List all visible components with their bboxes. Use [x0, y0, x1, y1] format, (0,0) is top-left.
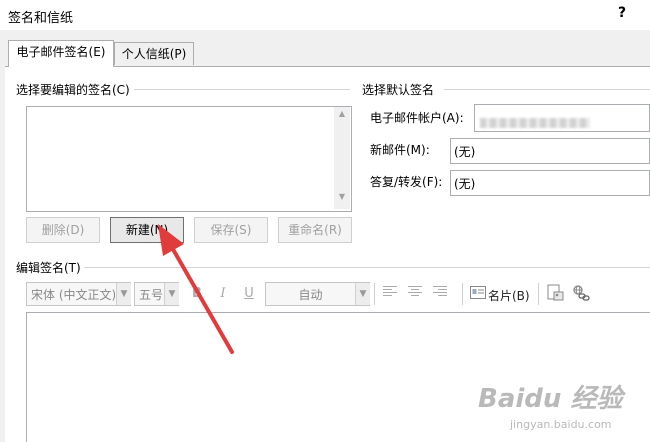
divider — [538, 283, 539, 305]
reply-forward-label: 答复/转发(F): — [370, 175, 443, 189]
scroll-down-icon[interactable]: ▼ — [334, 192, 350, 201]
divider — [374, 283, 375, 305]
divider — [444, 89, 650, 90]
business-card-button[interactable]: 名片(B) — [488, 287, 530, 304]
align-right-icon[interactable] — [430, 284, 450, 304]
chevron-down-icon[interactable]: ▼ — [355, 283, 370, 305]
signature-list[interactable] — [26, 106, 352, 212]
new-mail-select[interactable]: (无) — [450, 138, 650, 164]
annotation-arrow — [158, 224, 234, 354]
new-mail-label: 新邮件(M): — [370, 143, 430, 157]
font-select-value: 宋体 (中文正文) — [31, 288, 115, 302]
rename-button[interactable]: 重命名(R) — [278, 217, 352, 243]
chevron-down-icon[interactable]: ▼ — [116, 283, 131, 305]
default-signature-label: 选择默认签名 — [362, 83, 435, 97]
tab-personal-stationery-label: 个人信纸(P) — [121, 47, 187, 61]
hyperlink-icon[interactable] — [572, 284, 590, 305]
reply-forward-select[interactable]: (无) — [450, 170, 650, 196]
insert-picture-icon[interactable] — [546, 284, 564, 305]
tab-email-signature[interactable]: 电子邮件签名(E) — [8, 40, 114, 67]
select-signature-label: 选择要编辑的签名(C) — [16, 83, 130, 97]
scroll-up-icon[interactable]: ▲ — [334, 109, 350, 118]
divider — [462, 283, 463, 305]
delete-button[interactable]: 删除(D) — [26, 217, 100, 243]
tab-personal-stationery[interactable]: 个人信纸(P) — [114, 42, 194, 65]
font-color-value: 自动 — [298, 288, 323, 302]
business-card-icon — [470, 286, 486, 302]
align-center-icon[interactable] — [405, 284, 425, 304]
window-title: 签名和信纸 — [8, 11, 74, 26]
edit-signature-label: 编辑签名(T) — [16, 261, 81, 275]
watermark-logo: Baidu 经验 — [478, 384, 623, 414]
redacted-account — [480, 118, 590, 128]
email-account-label: 电子邮件帐户(A): — [370, 111, 464, 125]
signature-list-scrollbar[interactable]: ▲ ▼ — [334, 107, 350, 209]
title-bar — [0, 0, 650, 30]
align-left-icon[interactable] — [380, 284, 400, 304]
help-button[interactable]: ? — [618, 5, 626, 21]
divider — [134, 89, 350, 90]
watermark-url: jingyan.baidu.com — [510, 418, 612, 431]
tab-email-signature-label: 电子邮件签名(E) — [16, 45, 106, 59]
